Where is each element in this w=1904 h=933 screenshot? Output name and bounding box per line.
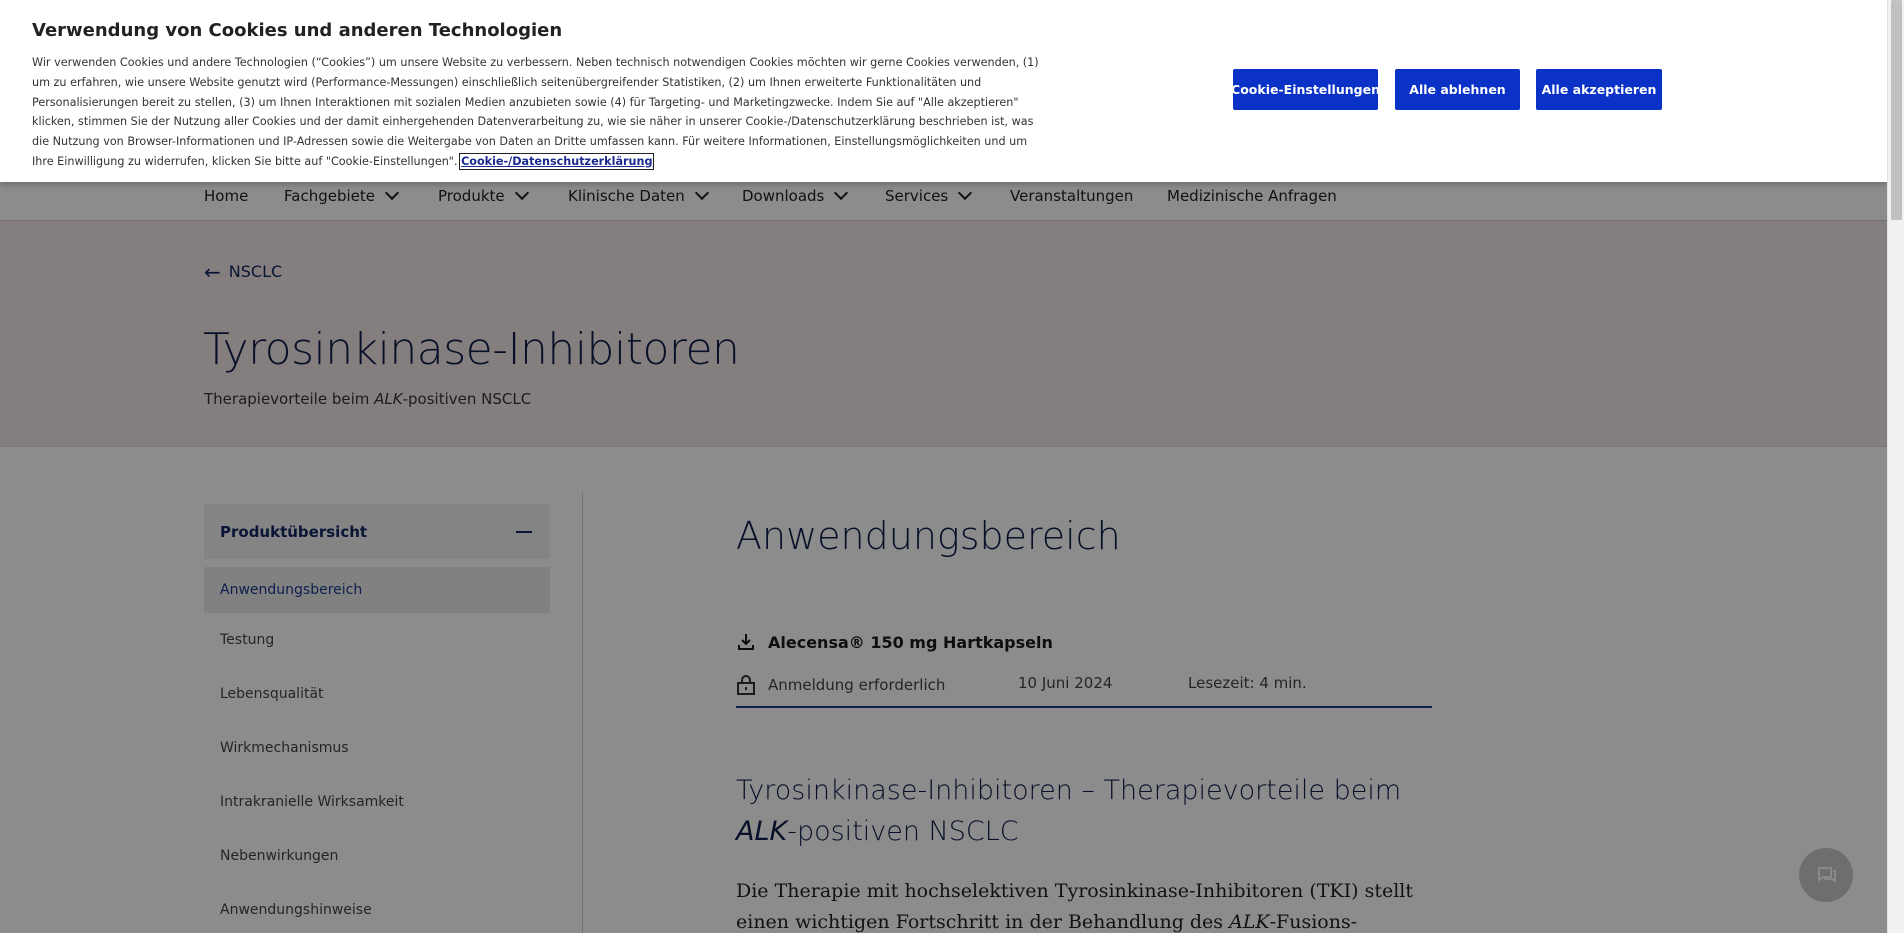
privacy-policy-link[interactable]: Cookie-/Datenschutzerklärung — [459, 152, 655, 170]
reject-all-button[interactable]: Alle ablehnen — [1395, 69, 1520, 110]
cookie-banner-title: Verwendung von Cookies und anderen Techn… — [32, 20, 563, 41]
accept-all-button[interactable]: Alle akzeptieren — [1536, 69, 1662, 110]
cookie-settings-button[interactable]: Cookie-Einstellungen — [1231, 69, 1380, 110]
cookie-banner-text: Wir verwenden Cookies und andere Technol… — [32, 53, 1042, 172]
scrollbar[interactable] — [1887, 0, 1904, 933]
cookie-banner: Verwendung von Cookies und anderen Techn… — [0, 0, 1887, 182]
cookie-text-body: Wir verwenden Cookies und andere Technol… — [32, 56, 1039, 168]
scrollbar-thumb[interactable] — [1891, 0, 1902, 220]
